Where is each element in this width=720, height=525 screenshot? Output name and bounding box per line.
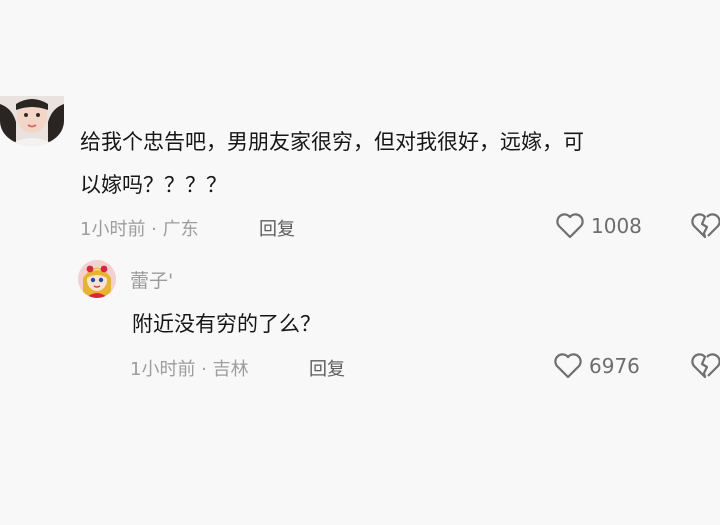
like-button[interactable]: 6976 xyxy=(553,352,640,380)
reply-username[interactable]: 蕾子' xyxy=(130,266,173,293)
reply-time-location: 1小时前 · 吉林 xyxy=(130,359,249,380)
avatar[interactable] xyxy=(0,96,64,146)
broken-heart-icon xyxy=(691,213,720,239)
avatar[interactable] xyxy=(78,260,116,298)
reply-text: 附近没有穷的了么？ xyxy=(132,312,321,336)
heart-outline-icon xyxy=(554,353,582,379)
reply-button[interactable]: 回复 xyxy=(259,215,295,241)
dislike-button[interactable] xyxy=(690,212,720,244)
comment-thread: 给我个忠告吧，男朋友家很穷，但对我很好，远嫁，可 以嫁吗？？？？ 1小时前 · … xyxy=(0,0,720,525)
user-avatar-photo-icon xyxy=(0,96,64,146)
cartoon-avatar-icon xyxy=(78,260,116,298)
comment-text-line-1: 给我个忠告吧，男朋友家很穷，但对我很好，远嫁，可 xyxy=(80,130,584,154)
comment-text-line-2: 以嫁吗？？？？ xyxy=(80,173,227,197)
like-count: 1008 xyxy=(591,214,642,238)
like-count: 6976 xyxy=(589,354,640,378)
comment-time-location: 1小时前 · 广东 xyxy=(80,219,199,240)
heart-outline-icon xyxy=(556,213,584,239)
broken-heart-icon xyxy=(691,353,720,379)
reply-button[interactable]: 回复 xyxy=(309,355,345,381)
like-button[interactable]: 1008 xyxy=(555,212,642,240)
dislike-button[interactable] xyxy=(690,352,720,384)
